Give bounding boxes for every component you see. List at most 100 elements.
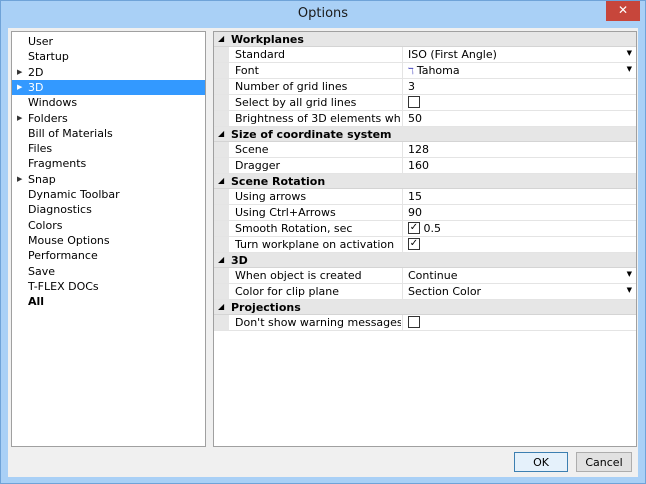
prop-name: Color for clip plane <box>235 285 339 298</box>
collapse-arrow-icon[interactable]: ◢ <box>218 34 224 43</box>
sidebar-item-startup[interactable]: Startup <box>12 49 205 64</box>
prop-name: Smooth Rotation, sec <box>235 222 353 235</box>
group-scene-rotation[interactable]: ◢ Scene Rotation <box>214 174 636 189</box>
scene-value[interactable]: 128 <box>408 143 618 156</box>
standard-value[interactable]: ISO (First Angle) <box>408 48 618 61</box>
sidebar-item-all[interactable]: All <box>12 294 205 309</box>
prop-scene[interactable]: Scene 128 <box>214 142 636 158</box>
collapse-arrow-icon[interactable]: ◢ <box>218 129 224 138</box>
prop-grid-lines[interactable]: Number of grid lines 3 <box>214 79 636 95</box>
collapse-arrow-icon[interactable]: ◢ <box>218 176 224 185</box>
prop-clip-color[interactable]: Color for clip plane Section Color ▼ <box>214 284 636 300</box>
brightness-value[interactable]: 50 <box>408 112 618 125</box>
prop-name: Brightness of 3D elements when dra... <box>235 112 401 125</box>
sidebar-item-user[interactable]: User <box>12 34 205 49</box>
prop-name: When object is created <box>235 269 362 282</box>
sidebar-item-label: Snap <box>28 172 56 186</box>
sidebar-item-label: Dynamic Toolbar <box>28 188 120 201</box>
sidebar-item-label: Fragments <box>28 157 87 171</box>
sidebar-item-label: 2D <box>28 65 44 79</box>
sidebar-item-mouse-options[interactable]: Mouse Options <box>12 233 205 248</box>
sidebar-item-3d[interactable]: ▶ 3D <box>12 79 205 95</box>
prop-dont-show-warnings[interactable]: Don't show warning messages while... <box>214 315 636 331</box>
prop-turn-workplane[interactable]: Turn workplane on activation ✓ <box>214 237 636 253</box>
sidebar-item-performance[interactable]: Performance <box>12 248 205 263</box>
dropdown-arrow-icon[interactable]: ▼ <box>627 270 632 278</box>
sidebar-item-label: Files <box>28 142 53 156</box>
grid-lines-value[interactable]: 3 <box>408 80 618 93</box>
group-title: Scene Rotation <box>231 175 326 188</box>
prop-name: Select by all grid lines <box>235 96 357 109</box>
sidebar-item-save[interactable]: Save <box>12 264 205 279</box>
prop-select-all[interactable]: Select by all grid lines <box>214 95 636 111</box>
prop-object-created[interactable]: When object is created Continue ▼ <box>214 268 636 284</box>
sidebar-item-diagnostics[interactable]: Diagnostics <box>12 202 205 217</box>
collapse-arrow-icon[interactable]: ◢ <box>218 255 224 264</box>
sidebar-item-label: T-FLEX DOCs <box>28 279 99 293</box>
options-dialog: Options ✕ User Startup ▶ 2D ▶ 3D Windows ▶ Folde… <box>0 0 646 484</box>
group-projections[interactable]: ◢ Projections <box>214 300 636 315</box>
prop-name: Turn workplane on activation <box>235 238 395 251</box>
cancel-button[interactable]: Cancel <box>576 452 632 472</box>
dropdown-arrow-icon[interactable]: ▼ <box>627 65 632 73</box>
expand-arrow-icon[interactable]: ▶ <box>17 80 22 95</box>
dragger-value[interactable]: 160 <box>408 159 618 172</box>
dropdown-arrow-icon[interactable]: ▼ <box>627 49 632 57</box>
using-arrows-value[interactable]: 15 <box>408 190 618 203</box>
group-coordinate-system[interactable]: ◢ Size of coordinate system <box>214 127 636 142</box>
collapse-arrow-icon[interactable]: ◢ <box>218 302 224 311</box>
sidebar-item-label: Mouse Options <box>28 233 110 247</box>
select-all-checkbox[interactable] <box>408 96 420 108</box>
window-title: Options <box>297 6 349 21</box>
sidebar-item-t-flex-docs[interactable]: T-FLEX DOCs <box>12 279 205 294</box>
dialog-body: User Startup ▶ 2D ▶ 3D Windows ▶ Folders Bill of … <box>8 28 638 477</box>
font-value-text: Tahoma <box>416 64 460 77</box>
prop-name: Using Ctrl+Arrows <box>235 206 336 219</box>
group-3d[interactable]: ◢ 3D <box>214 253 636 268</box>
font-value[interactable]: ℸ Tahoma <box>408 64 618 77</box>
expand-arrow-icon[interactable]: ▶ <box>17 111 22 126</box>
ok-button[interactable]: OK <box>514 452 568 472</box>
prop-smooth-rotation[interactable]: Smooth Rotation, sec ✓ 0.5 <box>214 221 636 237</box>
sidebar-item-label: All <box>28 295 45 309</box>
prop-ctrl-arrows[interactable]: Using Ctrl+Arrows 90 <box>214 205 636 221</box>
sidebar-item-fragments[interactable]: Fragments <box>12 156 205 171</box>
sidebar-item-folders[interactable]: ▶ Folders <box>12 111 205 126</box>
smooth-rotation-checkbox[interactable]: ✓ <box>408 222 420 234</box>
sidebar-item-snap[interactable]: ▶ Snap <box>12 172 205 187</box>
sidebar-item-label: 3D <box>28 80 44 94</box>
group-workplanes[interactable]: ◢ Workplanes <box>214 32 636 47</box>
sidebar-item-dynamic-toolbar[interactable]: Dynamic Toolbar <box>12 187 205 202</box>
close-icon: ✕ <box>617 3 629 17</box>
sidebar-item-label: Save <box>28 264 56 278</box>
sidebar-item-label: Startup <box>28 50 69 64</box>
title-bar: Options ✕ <box>1 1 645 28</box>
smooth-rotation-value[interactable]: 0.5 <box>424 222 442 235</box>
dropdown-arrow-icon[interactable]: ▼ <box>627 286 632 294</box>
prop-dragger[interactable]: Dragger 160 <box>214 158 636 174</box>
prop-name: Font <box>235 64 259 77</box>
close-button[interactable]: ✕ <box>606 1 640 21</box>
sidebar-item-bill-of-materials[interactable]: Bill of Materials <box>12 126 205 141</box>
prop-name: Number of grid lines <box>235 80 348 93</box>
prop-standard[interactable]: Standard ISO (First Angle) ▼ <box>214 47 636 63</box>
dont-show-warnings-checkbox[interactable] <box>408 316 420 328</box>
sidebar-item-files[interactable]: Files <box>12 141 205 156</box>
prop-name: Don't show warning messages while... <box>235 316 401 329</box>
sidebar-item-label: Performance <box>28 249 98 263</box>
clip-color-value[interactable]: Section Color <box>408 285 618 298</box>
sidebar-item-windows[interactable]: Windows <box>12 95 205 110</box>
turn-workplane-checkbox[interactable]: ✓ <box>408 238 420 250</box>
sidebar-item-colors[interactable]: Colors <box>12 218 205 233</box>
ctrl-arrows-value[interactable]: 90 <box>408 206 618 219</box>
expand-arrow-icon[interactable]: ▶ <box>17 172 22 187</box>
expand-arrow-icon[interactable]: ▶ <box>17 65 22 80</box>
prop-using-arrows[interactable]: Using arrows 15 <box>214 189 636 205</box>
sidebar-item-label: Colors <box>28 218 63 232</box>
object-created-value[interactable]: Continue <box>408 269 618 282</box>
sidebar-item-2d[interactable]: ▶ 2D <box>12 65 205 80</box>
prop-name: Scene <box>235 143 269 156</box>
sidebar-item-label: Bill of Materials <box>28 126 113 140</box>
prop-brightness[interactable]: Brightness of 3D elements when dra... 50 <box>214 111 636 127</box>
prop-font[interactable]: Font ℸ Tahoma ▼ <box>214 63 636 79</box>
